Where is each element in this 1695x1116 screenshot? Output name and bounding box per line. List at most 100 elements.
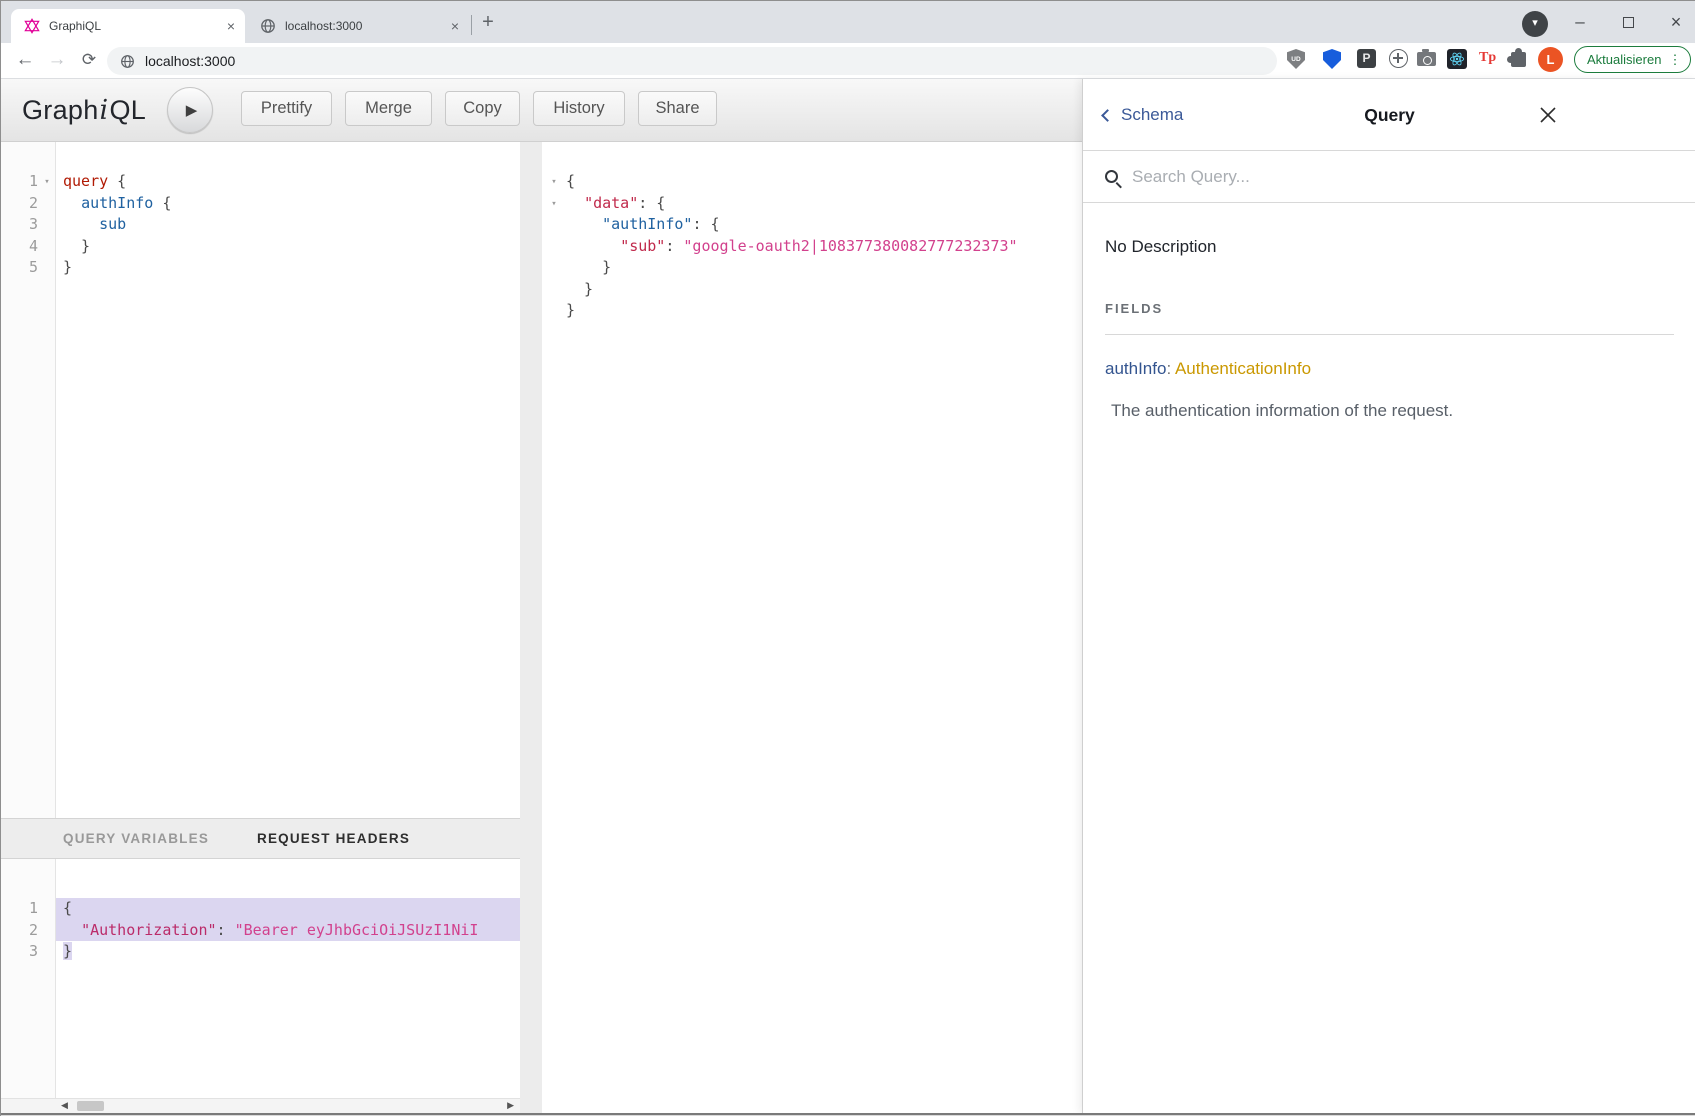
logo-part: i <box>100 95 109 126</box>
horizontal-scrollbar[interactable]: ◀ ▶ <box>1 1098 520 1113</box>
fold-arrow-icon[interactable]: ▾ <box>542 193 566 215</box>
p-extension-icon[interactable]: P <box>1357 49 1376 68</box>
code-line[interactable]: } <box>542 279 1082 301</box>
code-text[interactable]: "sub": "google-oauth2|108377380082777232… <box>566 236 1082 258</box>
code-text[interactable]: } <box>56 257 520 279</box>
request-headers-editor-pane[interactable]: 1{2 "Authorization": "Bearer eyJhbGciOiJ… <box>1 859 520 1098</box>
reload-button[interactable]: ⟳ <box>75 46 103 74</box>
tab-close-icon[interactable]: × <box>227 18 235 34</box>
field-description: The authentication information of the re… <box>1105 401 1674 421</box>
chrome-update-icon[interactable]: ▾ <box>1522 11 1548 37</box>
scrollbar-thumb[interactable] <box>77 1101 104 1111</box>
profile-avatar[interactable]: L <box>1538 47 1563 72</box>
fold-gutter <box>38 898 56 920</box>
query-editor[interactable]: 1▾query {2 authInfo {3 sub4 }5} <box>1 142 520 279</box>
new-tab-button[interactable]: + <box>475 10 501 36</box>
merge-button[interactable]: Merge <box>345 91 432 126</box>
code-text[interactable]: } <box>56 941 520 963</box>
doc-close-button[interactable] <box>1538 105 1558 125</box>
pane-divider[interactable] <box>520 142 542 1113</box>
code-text[interactable]: query { <box>56 171 520 193</box>
kebab-menu-icon[interactable]: ⋮ <box>1668 52 1681 68</box>
tab-separator <box>471 15 472 35</box>
chrome-update-button[interactable]: Aktualisieren ⋮ <box>1574 46 1691 73</box>
chevron-left-icon <box>1101 109 1114 122</box>
code-line[interactable]: 2 authInfo { <box>1 193 520 215</box>
field-name-link[interactable]: authInfo <box>1105 359 1166 378</box>
secondary-editor-tab-bar: QUERY VARIABLES REQUEST HEADERS <box>1 818 520 859</box>
copy-button[interactable]: Copy <box>445 91 520 126</box>
history-button[interactable]: History <box>533 91 625 126</box>
line-number: 1 <box>1 171 38 193</box>
code-line[interactable]: 3} <box>1 941 520 963</box>
window-minimize-button[interactable]: – <box>1559 7 1601 37</box>
camera-icon[interactable] <box>1417 52 1436 66</box>
tab-query-variables[interactable]: QUERY VARIABLES <box>63 819 209 858</box>
query-editor-pane[interactable]: 1▾query {2 authInfo {3 sub4 }5} <box>1 142 520 818</box>
window-maximize-button[interactable] <box>1607 7 1649 37</box>
extensions-puzzle-icon[interactable] <box>1511 52 1526 67</box>
field-row: authInfo: AuthenticationInfo <box>1105 359 1674 379</box>
url-text[interactable]: localhost:3000 <box>145 53 235 69</box>
fold-gutter <box>542 279 566 301</box>
code-line[interactable]: ▾{ <box>542 171 1082 193</box>
play-icon: ▶ <box>186 101 198 119</box>
scroll-left-icon[interactable]: ◀ <box>61 1100 68 1111</box>
fold-gutter <box>38 193 56 215</box>
divider <box>1105 334 1674 335</box>
tab-close-icon[interactable]: × <box>451 18 459 34</box>
execute-query-button[interactable]: ▶ <box>167 87 213 133</box>
code-line[interactable]: "sub": "google-oauth2|108377380082777232… <box>542 236 1082 258</box>
prettify-button[interactable]: Prettify <box>241 91 332 126</box>
fields-heading: FIELDS <box>1105 301 1674 316</box>
code-text[interactable]: { <box>56 898 520 920</box>
code-line[interactable]: 3 sub <box>1 214 520 236</box>
tab-title: localhost:3000 <box>285 19 451 33</box>
code-line[interactable]: 2 "Authorization": "Bearer eyJhbGciOiJSU… <box>1 920 520 942</box>
tab-localhost[interactable]: localhost:3000 × <box>247 9 469 43</box>
search-icon <box>1105 170 1118 183</box>
back-button[interactable]: ← <box>11 46 39 74</box>
tampermonkey-tp-icon[interactable]: Tp <box>1479 50 1496 66</box>
code-text[interactable]: } <box>56 236 520 258</box>
code-line[interactable]: 1{ <box>1 898 520 920</box>
fold-arrow-icon[interactable]: ▾ <box>542 171 566 193</box>
window-close-button[interactable]: × <box>1655 7 1695 37</box>
tab-graphiql[interactable]: GraphiQL × <box>11 9 245 43</box>
code-text[interactable]: { <box>566 171 1082 193</box>
move-crosshair-icon[interactable] <box>1389 49 1408 68</box>
code-text[interactable]: "Authorization": "Bearer eyJhbGciOiJSUzI… <box>56 920 520 942</box>
share-button[interactable]: Share <box>638 91 717 126</box>
forward-button[interactable]: → <box>43 46 71 74</box>
fold-gutter <box>38 214 56 236</box>
doc-search-input[interactable] <box>1132 167 1532 187</box>
code-text[interactable]: } <box>566 300 1082 322</box>
code-text[interactable]: } <box>566 279 1082 301</box>
doc-search-row[interactable] <box>1083 151 1695 203</box>
line-number: 2 <box>1 920 38 942</box>
code-text[interactable]: "authInfo": { <box>566 214 1082 236</box>
code-text[interactable]: } <box>566 257 1082 279</box>
response-viewer: ▾{▾ "data": { "authInfo": { "sub": "goog… <box>542 142 1082 322</box>
code-line[interactable]: "authInfo": { <box>542 214 1082 236</box>
code-line[interactable]: 5} <box>1 257 520 279</box>
address-bar[interactable]: localhost:3000 <box>107 47 1277 75</box>
tab-request-headers[interactable]: REQUEST HEADERS <box>257 819 410 858</box>
react-devtools-icon[interactable] <box>1447 49 1467 69</box>
response-pane: ▾{▾ "data": { "authInfo": { "sub": "goog… <box>542 142 1082 1113</box>
code-line[interactable]: } <box>542 257 1082 279</box>
request-headers-editor[interactable]: 1{2 "Authorization": "Bearer eyJhbGciOiJ… <box>1 859 520 963</box>
code-line[interactable]: 1▾query { <box>1 171 520 193</box>
code-text[interactable]: "data": { <box>566 193 1082 215</box>
fold-arrow-icon[interactable]: ▾ <box>38 171 56 193</box>
scroll-right-icon[interactable]: ▶ <box>507 1100 514 1111</box>
code-line[interactable]: } <box>542 300 1082 322</box>
field-type-link[interactable]: AuthenticationInfo <box>1175 359 1311 378</box>
logo-part: QL <box>109 95 146 126</box>
logo-part: Graph <box>22 95 99 126</box>
code-text[interactable]: authInfo { <box>56 193 520 215</box>
code-text[interactable]: sub <box>56 214 520 236</box>
doc-back-link[interactable]: Schema <box>1103 79 1183 151</box>
code-line[interactable]: ▾ "data": { <box>542 193 1082 215</box>
code-line[interactable]: 4 } <box>1 236 520 258</box>
